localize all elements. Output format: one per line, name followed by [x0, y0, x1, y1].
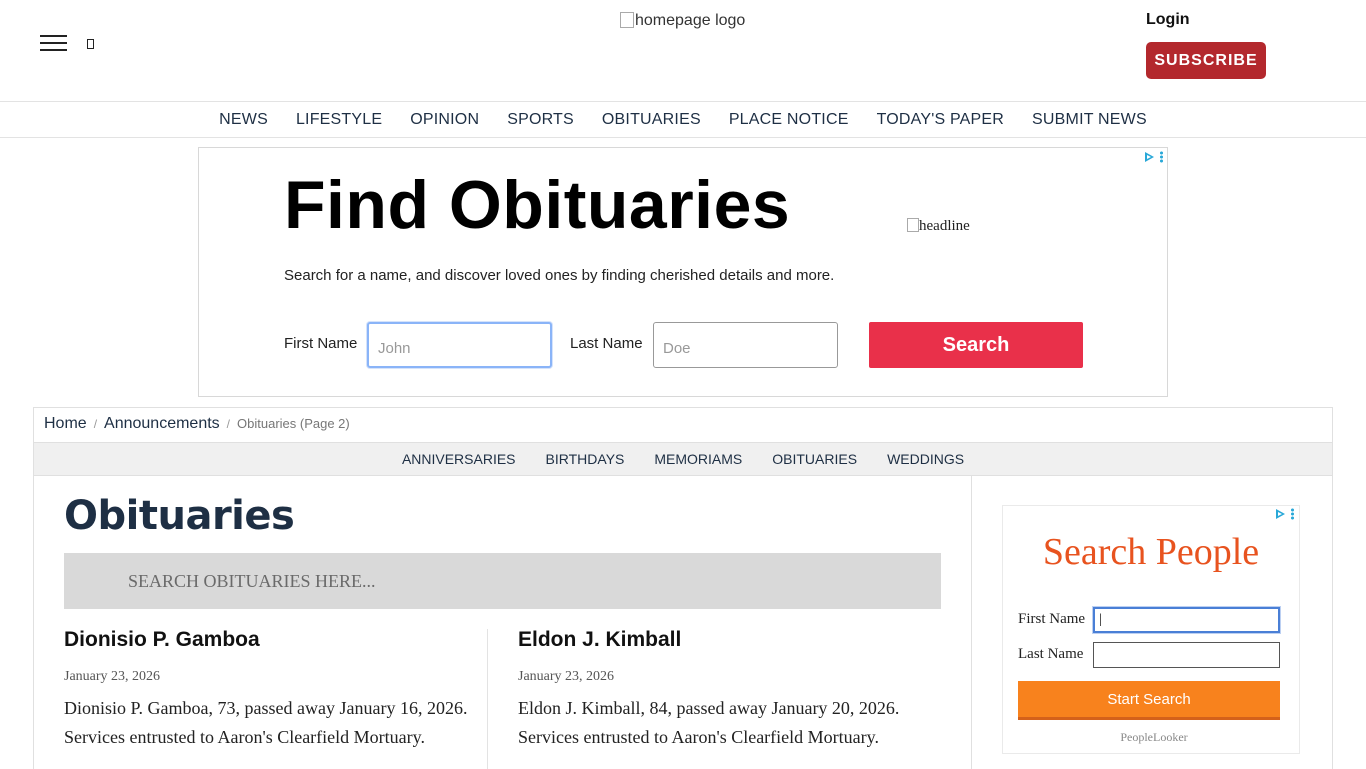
first-name-label: First Name [1018, 611, 1086, 627]
ad-choices[interactable] [1276, 508, 1294, 520]
ad-headline: Find Obituaries [284, 167, 791, 243]
subscribe-button[interactable]: SUBSCRIBE [1146, 42, 1266, 79]
hamburger-menu-icon[interactable] [40, 35, 67, 52]
ad-options-icon[interactable] [1291, 508, 1294, 520]
site-header: homepage logo Login SUBSCRIBE [0, 0, 1366, 101]
obituary-link[interactable]: Eldon J. Kimball [518, 628, 681, 651]
obituary-search-input[interactable] [64, 553, 941, 609]
breadcrumb-separator: / [226, 417, 231, 431]
ad-description: Search for a name, and discover loved on… [284, 267, 835, 284]
broken-image-icon [907, 218, 919, 232]
ad-choices[interactable] [1145, 151, 1163, 163]
adchoices-play-icon[interactable] [1276, 509, 1285, 519]
subnav-obituaries[interactable]: OBITUARIES [772, 451, 857, 467]
main-nav: NEWS LIFESTYLE OPINION SPORTS OBITUARIES… [0, 101, 1366, 138]
subnav-birthdays[interactable]: BIRTHDAYS [546, 451, 625, 467]
obituary-name: Dionisio P. Gamboa [64, 628, 474, 652]
people-last-name-input[interactable] [1093, 642, 1280, 668]
subnav-anniversaries[interactable]: ANNIVERSARIES [402, 451, 516, 467]
nav-lifestyle[interactable]: LIFESTYLE [296, 111, 382, 129]
first-name-input[interactable] [367, 322, 552, 368]
search-icon[interactable] [86, 38, 96, 50]
find-obituaries-ad: Find Obituaries headline Search for a na… [198, 147, 1168, 397]
ad-headline: Search People [1042, 531, 1260, 573]
nav-sports[interactable]: SPORTS [507, 111, 574, 129]
ad-image-alt: headline [919, 218, 970, 234]
breadcrumb-current: Obituaries (Page 2) [237, 416, 350, 431]
logo-alt-text: homepage logo [635, 12, 746, 29]
ad-search-button[interactable]: Search [869, 322, 1083, 368]
breadcrumb-separator: / [93, 417, 98, 431]
ad-brand: PeopleLooker [1120, 730, 1188, 744]
homepage-logo[interactable]: homepage logo [620, 12, 745, 30]
sidebar: Search People First Name Last Name Start… [972, 475, 1332, 769]
breadcrumb: Home / Announcements / Obituaries (Page 2) [44, 415, 350, 433]
subnav-memoriams[interactable]: MEMORIAMS [654, 451, 742, 467]
broken-image-icon [620, 12, 634, 28]
start-search-button[interactable]: Start Search [1018, 681, 1280, 720]
column-divider [487, 629, 488, 769]
subnav-weddings[interactable]: WEDDINGS [887, 451, 964, 467]
announcements-subnav: ANNIVERSARIES BIRTHDAYS MEMORIAMS OBITUA… [34, 442, 1332, 476]
nav-obituaries[interactable]: OBITUARIES [602, 111, 701, 129]
obituary-summary: Eldon J. Kimball, 84, passed away Januar… [518, 698, 900, 747]
obituary-date: January 23, 2026 [64, 669, 161, 684]
adchoices-play-icon[interactable] [1145, 152, 1154, 162]
breadcrumb-home[interactable]: Home [44, 415, 87, 432]
obituary-date: January 23, 2026 [518, 669, 615, 684]
nav-news[interactable]: NEWS [219, 111, 268, 129]
obituary-card: Eldon J. Kimball January 23, 2026 Eldon … [518, 628, 948, 752]
obituary-card: Dionisio P. Gamboa January 23, 2026 Dion… [64, 628, 474, 752]
last-name-input[interactable] [653, 322, 838, 368]
first-name-label: First Name [284, 335, 358, 352]
obituary-name: Eldon J. Kimball [518, 628, 948, 652]
nav-opinion[interactable]: OPINION [410, 111, 479, 129]
ad-options-icon[interactable] [1160, 151, 1163, 163]
search-people-ad: Search People First Name Last Name Start… [1002, 505, 1300, 754]
last-name-label: Last Name [570, 335, 643, 352]
page-title: Obituaries [64, 493, 295, 539]
obituary-link[interactable]: Dionisio P. Gamboa [64, 628, 260, 651]
nav-submit-news[interactable]: SUBMIT NEWS [1032, 111, 1147, 129]
content-area: Home / Announcements / Obituaries (Page 2) A… [33, 407, 1333, 769]
obituary-summary: Dionisio P. Gamboa, 73, passed away Janu… [64, 698, 468, 747]
breadcrumb-announcements[interactable]: Announcements [104, 415, 220, 432]
nav-todays-paper[interactable]: TODAY'S PAPER [877, 111, 1004, 129]
people-first-name-input[interactable] [1093, 607, 1280, 633]
login-link[interactable]: Login [1146, 11, 1190, 29]
nav-place-notice[interactable]: PLACE NOTICE [729, 111, 849, 129]
ad-image: headline [907, 218, 970, 235]
last-name-label: Last Name [1018, 646, 1084, 662]
main-column: Obituaries Dionisio P. Gamboa January 23… [34, 475, 972, 769]
